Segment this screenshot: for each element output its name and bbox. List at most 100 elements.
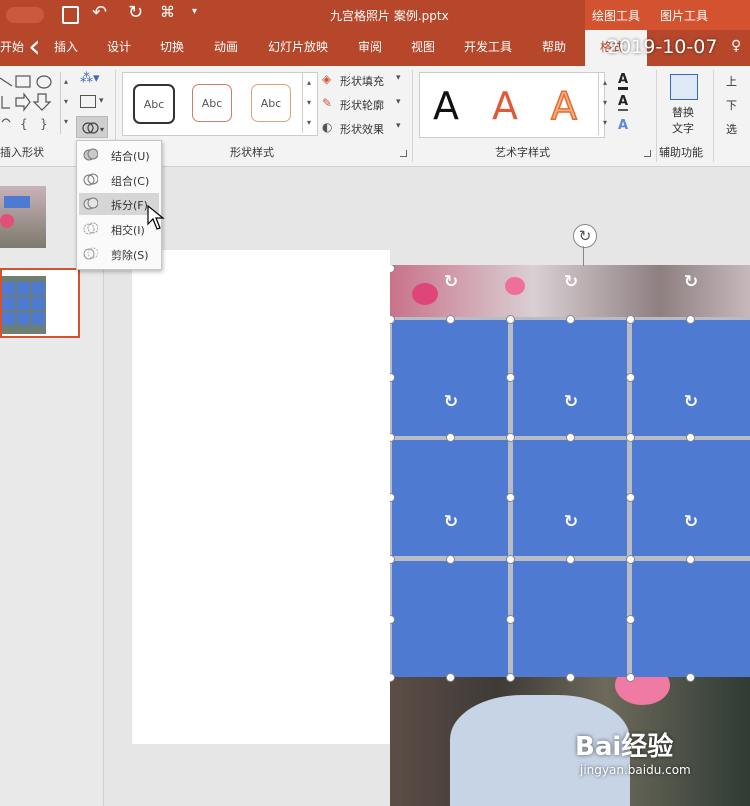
grid-cell-4[interactable] [392,440,508,556]
rotate-handle-icon[interactable]: ↻ [682,393,700,411]
shape-outline-icon[interactable]: ✎ [322,96,332,110]
tab-slideshow[interactable]: 幻灯片放映 [268,38,328,55]
menu-item-combine[interactable]: 组合(C) [79,169,159,191]
tab-review[interactable]: 审阅 [358,38,382,55]
edit-shape-icon[interactable]: ⁂▾ [80,71,100,86]
shape-styles-scroll[interactable]: ▴ ▾ ▾ [302,73,315,133]
tab-animations[interactable]: 动画 [214,38,238,55]
rotate-handle-icon[interactable]: ↻ [442,513,460,531]
selection-pane-button[interactable]: 选 [726,121,737,137]
resize-handle[interactable] [566,673,575,682]
text-box-icon[interactable] [80,95,96,108]
picture-rotate-handle-icon[interactable]: ↻ [573,224,597,248]
resize-handle[interactable] [686,555,695,564]
grid-cell-7[interactable] [392,561,508,677]
redo-icon[interactable]: ↻ [128,2,143,23]
rotate-handle-icon[interactable]: ↻ [562,393,580,411]
resize-handle[interactable] [686,315,695,324]
grid-cell-1[interactable] [392,320,508,436]
resize-handle[interactable] [626,555,635,564]
slide-canvas[interactable] [132,250,390,744]
tab-design[interactable]: 设计 [107,38,131,55]
wordart-style-red[interactable]: A [492,84,518,128]
shape-outline-button[interactable]: 形状轮廓 [340,97,384,113]
resize-handle[interactable] [626,673,635,682]
tab-insert[interactable]: 插入 [54,38,78,55]
resize-handle[interactable] [446,315,455,324]
presenter-icon[interactable]: ⌘ [160,3,175,21]
grid-cell-9[interactable] [632,561,750,677]
resize-handle[interactable] [446,433,455,442]
resize-handle[interactable] [506,555,515,564]
menu-item-union[interactable]: 结合(U) [79,144,159,166]
wordart-style-orange[interactable]: A [550,83,578,129]
bring-forward-button[interactable]: 上 [726,73,737,89]
resize-handle[interactable] [626,373,635,382]
wordart-launcher-icon[interactable] [644,150,651,157]
resize-handle[interactable] [626,615,635,624]
resize-handle[interactable] [506,493,515,502]
send-backward-button[interactable]: 下 [726,97,737,113]
shape-style-2[interactable]: Abc [192,84,232,122]
grid-cell-3[interactable] [632,320,750,436]
resize-handle[interactable] [506,615,515,624]
resize-handle[interactable] [506,433,515,442]
wordart-scroll[interactable]: ▴ ▾ ▾ [598,73,611,135]
merge-shapes-button[interactable]: ▾ [76,116,108,138]
resize-handle[interactable] [506,373,515,382]
save-icon[interactable] [62,6,79,24]
tab-home[interactable]: 开始 [0,38,24,55]
resize-handle[interactable] [506,673,515,682]
rotate-handle-icon[interactable]: ↻ [442,273,460,291]
resize-handle[interactable] [686,673,695,682]
wordart-style-black[interactable]: A [433,84,459,128]
text-outline-icon[interactable]: A [618,94,629,111]
rotate-handle-icon[interactable]: ↻ [562,273,580,291]
resize-handle[interactable] [686,433,695,442]
shape-style-1[interactable]: Abc [133,84,175,124]
undo-icon[interactable]: ↶ [92,2,107,23]
qat-customize-icon[interactable]: ▾ [192,6,197,17]
resize-handle[interactable] [506,315,515,324]
shape-effects-button[interactable]: 形状效果 [340,121,384,137]
shape-styles-launcher-icon[interactable] [400,150,407,157]
rotate-handle-icon[interactable]: ↻ [442,393,460,411]
resize-handle[interactable] [626,433,635,442]
rotate-handle-icon[interactable]: ↻ [682,513,700,531]
resize-handle[interactable] [566,433,575,442]
alt-text-icon[interactable] [670,74,698,100]
tab-help[interactable]: 帮助 [542,38,566,55]
back-chevron-icon[interactable]: ‹ [28,30,41,62]
rotate-handle-icon[interactable]: ↻ [562,513,580,531]
shape-fill-button[interactable]: 形状填充 [340,73,384,89]
menu-item-subtract[interactable]: 剪除(S) [79,243,159,265]
tab-developer[interactable]: 开发工具 [464,38,512,55]
resize-handle[interactable] [626,315,635,324]
drawing-tools-context[interactable]: 绘图工具 [592,7,640,24]
rotate-handle-icon[interactable]: ↻ [682,273,700,291]
tab-transitions[interactable]: 切换 [160,38,184,55]
picture-tools-context[interactable]: 图片工具 [660,7,708,24]
shape-style-3[interactable]: Abc [251,84,291,122]
tab-view[interactable]: 视图 [411,38,435,55]
autosave-toggle[interactable] [6,7,44,23]
shapes-scroll-arrows[interactable]: ▴ ▾ ▾ [60,72,71,134]
resize-handle[interactable] [626,493,635,502]
resize-handle[interactable] [446,673,455,682]
grid-cell-5[interactable] [513,440,627,556]
text-effects-icon[interactable]: A [618,118,628,133]
grid-cell-8[interactable] [513,561,627,677]
shapes-gallery[interactable]: { } [0,72,60,134]
text-fill-icon[interactable]: A [618,72,629,90]
grid-cell-2[interactable] [513,320,627,436]
shape-fill-icon[interactable]: ◈ [322,72,331,86]
resize-handle[interactable] [566,555,575,564]
shape-effects-icon[interactable]: ◐ [322,120,332,134]
resize-handle[interactable] [446,555,455,564]
slide-thumbnail-1[interactable] [0,186,46,248]
slide-thumbnail-2[interactable] [0,268,80,338]
photo-image[interactable]: ↻ ↻ ↻ ↻ ↻ ↻ ↻ ↻ ↻ [390,265,750,806]
tell-me-icon[interactable]: ♀ [731,38,741,54]
grid-cell-6[interactable] [632,440,750,556]
resize-handle[interactable] [566,315,575,324]
